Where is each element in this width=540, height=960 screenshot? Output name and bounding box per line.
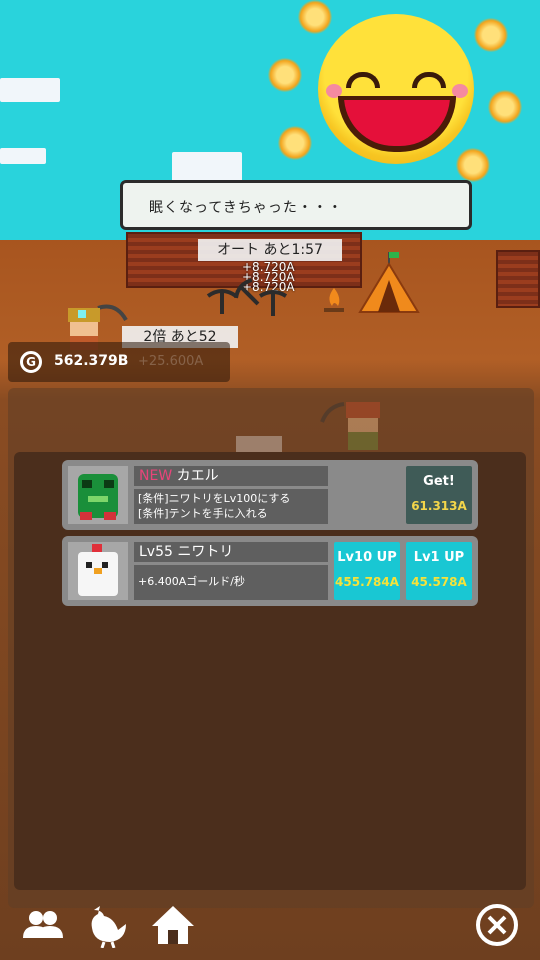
lv10-up-button[interactable]: Lv10 UP 455.784A bbox=[334, 542, 400, 600]
sun-coin-orb bbox=[278, 126, 312, 160]
faded-miner-sprite bbox=[320, 402, 380, 450]
game-screen: 眠くなってきちゃった・・・ オート あと1:57 +8.720A +8.720A… bbox=[0, 0, 540, 960]
close-icon[interactable] bbox=[474, 902, 520, 948]
lv10-cost: 455.784A bbox=[335, 575, 399, 589]
pet-card-chicken: Lv55 ニワトリ +6.400Aゴールド/秒 Lv10 UP 455.784A… bbox=[62, 536, 478, 606]
condition-line: [条件]ニワトリをLv100にする bbox=[138, 492, 291, 505]
campfire-icon bbox=[324, 288, 344, 312]
pet-name: Lv55 ニワトリ bbox=[134, 542, 328, 562]
new-badge: NEW bbox=[139, 468, 173, 484]
chicken-icon bbox=[68, 542, 128, 600]
pet-description: +6.400Aゴールド/秒 bbox=[134, 565, 328, 600]
people-icon[interactable] bbox=[20, 902, 66, 948]
frog-icon bbox=[68, 466, 128, 524]
coin-icon: G bbox=[20, 351, 42, 373]
pet-name-text: Lv55 ニワトリ bbox=[139, 544, 234, 560]
sun-coin-orb bbox=[268, 58, 302, 92]
auto-timer: オート あと1:57 bbox=[198, 239, 342, 261]
cloud bbox=[0, 148, 46, 164]
chicken-nav-icon[interactable] bbox=[84, 902, 130, 949]
get-label: Get! bbox=[423, 474, 455, 489]
lv1-up-button[interactable]: Lv1 UP 45.578A bbox=[406, 542, 472, 600]
get-cost: 61.313A bbox=[411, 499, 467, 513]
sun-coin-orb bbox=[488, 90, 522, 124]
income-line: +6.400Aゴールド/秒 bbox=[138, 575, 245, 588]
cloud bbox=[0, 78, 60, 102]
gold-rate: +25.600A bbox=[138, 354, 204, 369]
speech-bubble: 眠くなってきちゃった・・・ bbox=[120, 180, 472, 230]
lv1-cost: 45.578A bbox=[411, 575, 467, 589]
auto-timer-label: オート あと1:57 bbox=[217, 242, 323, 258]
gold-amount: 562.379B bbox=[54, 353, 129, 369]
sun-coin-orb bbox=[474, 18, 508, 52]
pet-description: [条件]ニワトリをLv100にする [条件]テントを手に入れる bbox=[134, 489, 328, 524]
pickaxe-icon bbox=[258, 290, 288, 316]
condition-line: [条件]テントを手に入れる bbox=[138, 507, 268, 520]
mesa-rock bbox=[496, 250, 540, 308]
speech-text: 眠くなってきちゃった・・・ bbox=[149, 200, 343, 216]
gold-counter: G 562.379B +25.600A bbox=[8, 342, 230, 382]
pet-card-frog: NEW カエル [条件]ニワトリをLv100にする [条件]テントを手に入れる … bbox=[62, 460, 478, 530]
cloud bbox=[172, 152, 242, 182]
pet-name: NEW カエル bbox=[134, 466, 328, 486]
lv1-label: Lv1 UP bbox=[413, 550, 465, 565]
sun-coin-orb bbox=[298, 0, 332, 34]
tent-icon bbox=[358, 252, 420, 313]
lv10-label: Lv10 UP bbox=[337, 550, 397, 565]
home-icon[interactable] bbox=[150, 902, 196, 948]
pet-name-text: カエル bbox=[176, 468, 219, 484]
get-pet-button[interactable]: Get! 61.313A bbox=[406, 466, 472, 524]
sun-coin-orb bbox=[456, 148, 490, 182]
